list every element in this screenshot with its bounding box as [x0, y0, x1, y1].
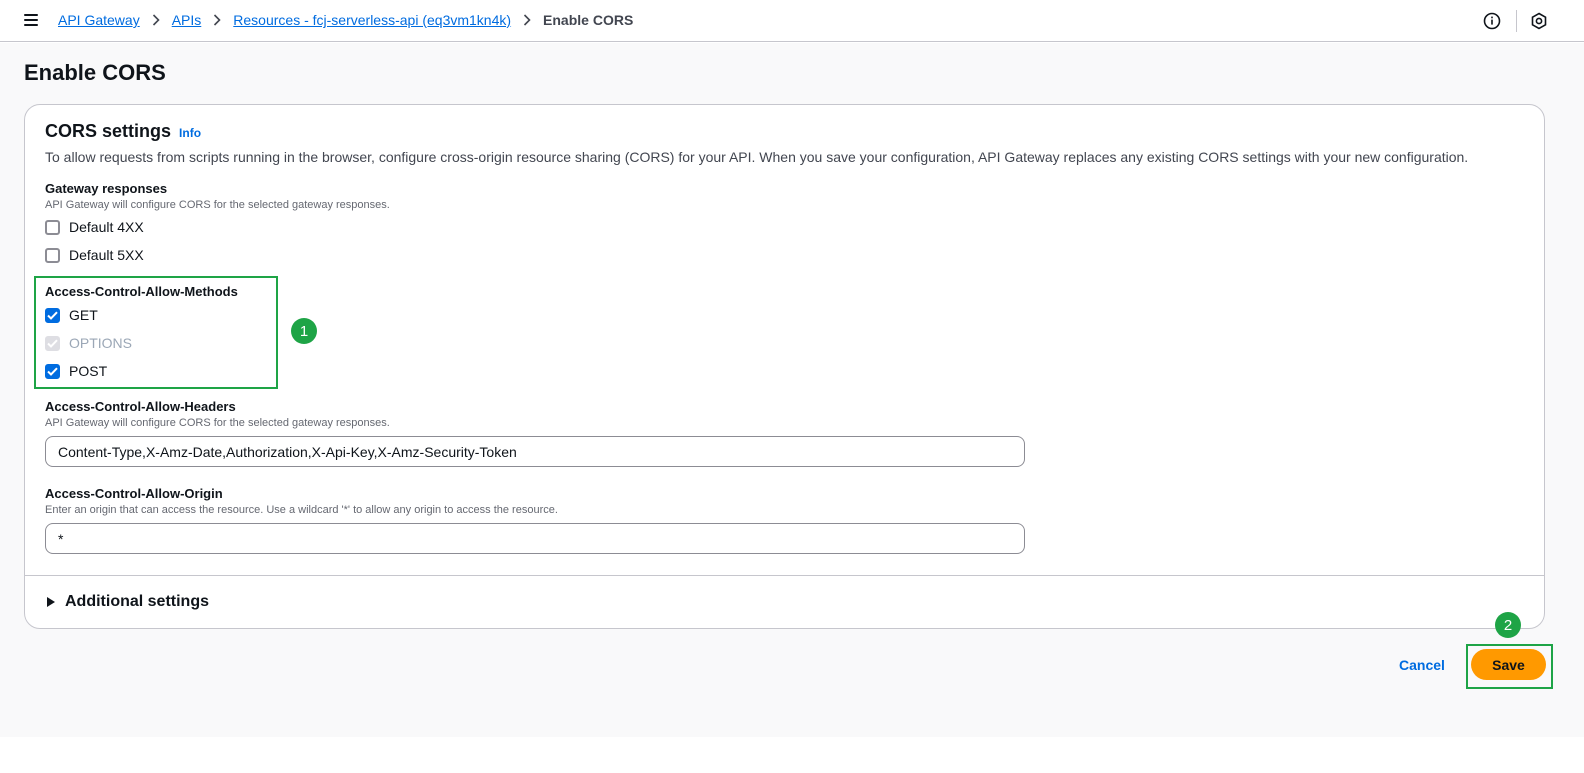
allow-origin-label: Access-Control-Allow-Origin — [45, 486, 223, 501]
chevron-right-icon — [213, 14, 221, 26]
gateway-responses-label: Gateway responses — [45, 181, 168, 196]
gateway-responses-description: API Gateway will configure CORS for the … — [45, 199, 390, 211]
toolbar-divider — [1516, 10, 1517, 32]
cors-settings-title: CORS settings — [45, 121, 172, 141]
allow-origin-description: Enter an origin that can access the reso… — [45, 504, 558, 516]
caret-right-icon — [47, 597, 55, 607]
annotation-highlight-methods — [34, 276, 278, 389]
cors-settings-header: CORS settings Info — [45, 121, 201, 142]
checkbox-label: Default 4XX — [69, 219, 144, 235]
info-link[interactable]: Info — [179, 126, 201, 140]
breadcrumb-current: Enable CORS — [543, 12, 634, 28]
cors-settings-description: To allow requests from scripts running i… — [45, 149, 1469, 165]
info-circle-icon[interactable] — [1483, 12, 1501, 30]
breadcrumb-api-gateway[interactable]: API Gateway — [58, 12, 140, 28]
checkbox-label: Default 5XX — [69, 247, 144, 263]
additional-settings-label: Additional settings — [65, 593, 209, 610]
annotation-badge-2: 2 — [1495, 612, 1521, 638]
menu-icon[interactable] — [24, 14, 38, 26]
annotation-badge-1: 1 — [291, 318, 317, 344]
chevron-right-icon — [152, 14, 160, 26]
top-navigation-bar: API Gateway APIs Resources - fcj-serverl… — [0, 0, 1584, 42]
page-content: Enable CORS CORS settings Info To allow … — [0, 43, 1584, 737]
allow-headers-input[interactable] — [45, 436, 1025, 467]
allow-headers-label: Access-Control-Allow-Headers — [45, 399, 236, 414]
checkbox-default-5xx[interactable]: Default 5XX — [45, 247, 144, 263]
save-button[interactable]: Save — [1471, 649, 1546, 680]
allow-headers-description: API Gateway will configure CORS for the … — [45, 417, 390, 429]
chevron-right-icon — [523, 14, 531, 26]
breadcrumb-apis[interactable]: APIs — [172, 12, 202, 28]
checkbox-box[interactable] — [45, 219, 60, 235]
breadcrumb: API Gateway APIs Resources - fcj-serverl… — [58, 12, 633, 28]
additional-settings-expander[interactable]: Additional settings — [47, 593, 209, 611]
breadcrumb-resources[interactable]: Resources - fcj-serverless-api (eq3vm1kn… — [233, 12, 511, 28]
checkbox-default-4xx[interactable]: Default 4XX — [45, 219, 144, 235]
section-divider — [25, 575, 1544, 576]
allow-origin-input[interactable] — [45, 523, 1025, 554]
page-title: Enable CORS — [24, 60, 166, 85]
checkbox-box[interactable] — [45, 247, 60, 263]
cancel-button[interactable]: Cancel — [1399, 657, 1445, 673]
settings-hex-icon[interactable] — [1530, 12, 1548, 30]
